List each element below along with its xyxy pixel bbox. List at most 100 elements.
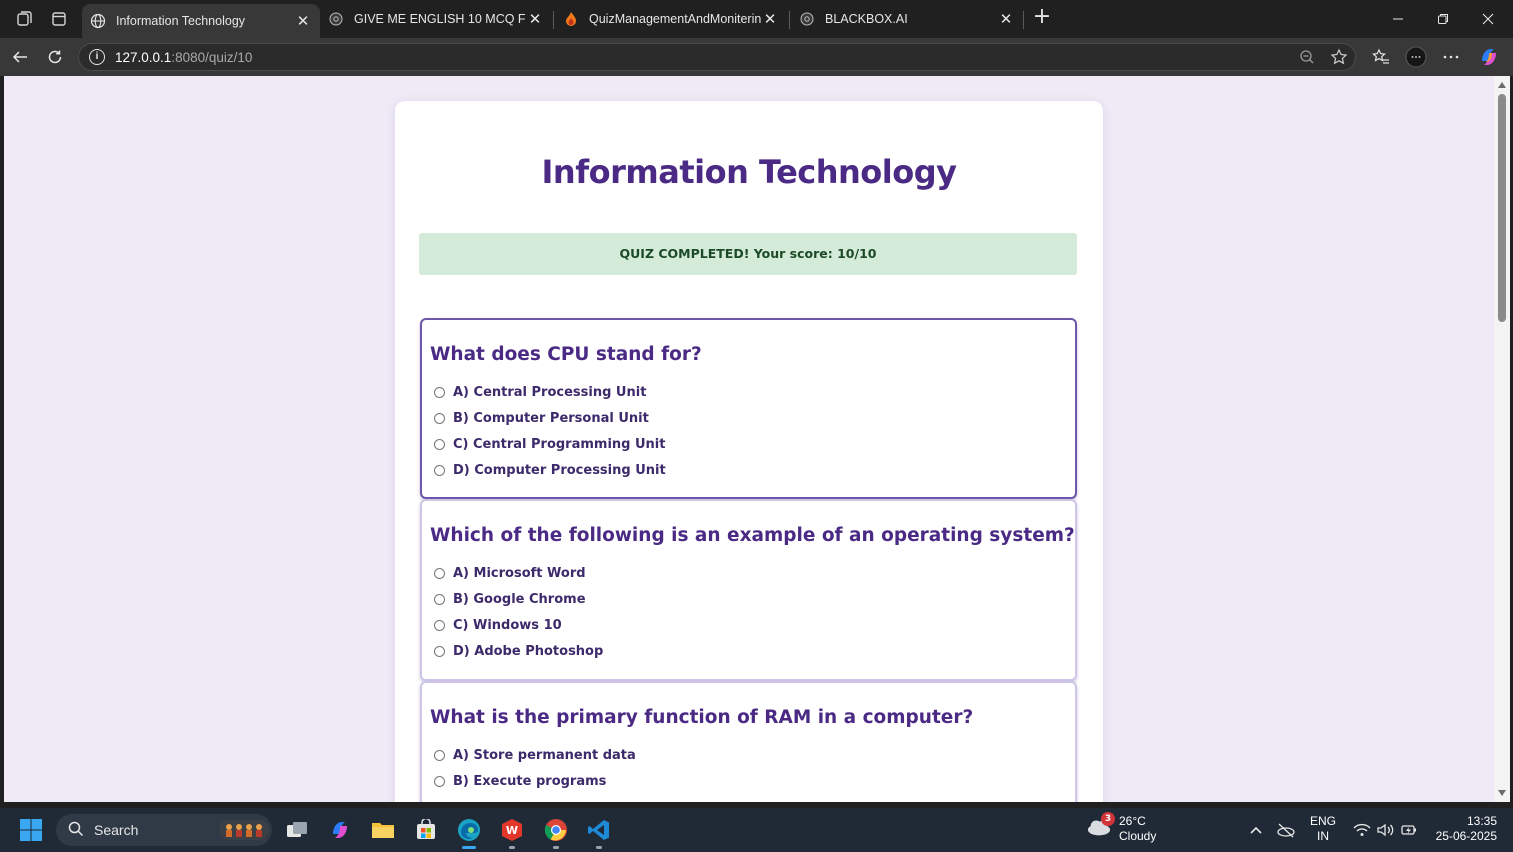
answer-option[interactable]: D) Adobe Photoshop xyxy=(430,638,1075,664)
zoom-icon[interactable] xyxy=(1295,46,1319,68)
score-banner: QUIZ COMPLETED! Your score: 10/10 xyxy=(419,233,1077,275)
region-code: IN xyxy=(1317,829,1329,843)
taskbar: Search W 26°C Cloudy ENG IN 13:35 25-06-… xyxy=(0,808,1513,852)
radio-button[interactable] xyxy=(434,567,445,579)
option-label: A) Store permanent data xyxy=(453,747,636,763)
url-host: 127.0.0.1 xyxy=(115,49,172,65)
flame-icon xyxy=(563,11,579,27)
answer-option[interactable]: C) Windows 10 xyxy=(430,612,1075,638)
radio-button[interactable] xyxy=(434,645,445,657)
tab-quiz-management[interactable]: QuizManagementAndMonitering ✕ xyxy=(555,4,787,34)
copilot-app-icon[interactable] xyxy=(327,817,353,843)
option-label: A) Central Processing Unit xyxy=(453,384,647,400)
answer-option[interactable]: C) Central Programming Unit xyxy=(430,431,1075,457)
restore-icon[interactable] xyxy=(1428,8,1458,30)
radio-button[interactable] xyxy=(434,619,445,631)
vscode-icon[interactable] xyxy=(586,817,612,843)
minimize-icon[interactable] xyxy=(1383,8,1413,30)
battery-charging-icon[interactable] xyxy=(1396,817,1422,843)
tab-separator xyxy=(1023,11,1024,29)
scroll-up-icon[interactable] xyxy=(1498,82,1506,88)
tab-separator xyxy=(789,11,790,29)
search-highlight-icon xyxy=(219,818,269,845)
answer-option[interactable]: B) Execute programs xyxy=(430,768,1075,794)
radio-button[interactable] xyxy=(434,775,445,787)
option-label: C) Central Programming Unit xyxy=(453,436,666,452)
windows-start-icon[interactable] xyxy=(18,817,44,843)
wps-office-icon[interactable]: W xyxy=(499,817,525,843)
chrome-icon[interactable] xyxy=(543,817,569,843)
svg-text:W: W xyxy=(506,824,518,837)
radio-button[interactable] xyxy=(434,464,445,476)
tab-title: QuizManagementAndMonitering xyxy=(589,12,761,26)
copilot-icon[interactable] xyxy=(1477,46,1501,68)
radio-button[interactable] xyxy=(434,438,445,450)
page-title: Information Technology xyxy=(541,153,958,191)
tab-close-icon[interactable]: ✕ xyxy=(761,10,779,28)
answer-option[interactable]: A) Microsoft Word xyxy=(430,560,1075,586)
answer-option[interactable]: D) Computer Processing Unit xyxy=(430,457,1075,483)
radio-button[interactable] xyxy=(434,386,445,398)
language-indicator[interactable]: ENG IN xyxy=(1307,814,1339,844)
microsoft-store-icon[interactable] xyxy=(413,817,439,843)
more-options-icon[interactable] xyxy=(1439,46,1463,68)
tab-close-icon[interactable]: ✕ xyxy=(526,10,544,28)
blackbox-icon xyxy=(799,11,815,27)
scroll-down-icon[interactable] xyxy=(1498,790,1506,796)
close-window-icon[interactable] xyxy=(1473,8,1503,30)
address-bar[interactable]: i 127.0.0.1:8080/quiz/10 xyxy=(78,43,1356,71)
weather-notification-badge: 3 xyxy=(1101,812,1115,826)
radio-button[interactable] xyxy=(434,593,445,605)
answer-option[interactable]: B) Computer Personal Unit xyxy=(430,405,1075,431)
option-label: A) Microsoft Word xyxy=(453,565,586,581)
answer-option[interactable]: A) Store permanent data xyxy=(430,742,1075,768)
chevron-up-icon[interactable] xyxy=(1243,817,1269,843)
tab-title: GIVE ME ENGLISH 10 MCQ FOR 8 xyxy=(354,12,526,26)
refresh-icon[interactable] xyxy=(43,46,67,68)
weather-widget[interactable]: 26°C Cloudy xyxy=(1119,814,1156,844)
new-tab-button[interactable]: + xyxy=(1031,6,1053,30)
option-label: B) Computer Personal Unit xyxy=(453,410,649,426)
site-info-icon[interactable]: i xyxy=(89,49,105,65)
tab-strip: Information Technology ✕ GIVE ME ENGLISH… xyxy=(0,0,1513,38)
running-app-indicator xyxy=(553,846,559,849)
scrollbar-thumb[interactable] xyxy=(1498,94,1506,322)
clock-time: 13:35 xyxy=(1466,814,1497,828)
taskbar-search[interactable]: Search xyxy=(56,814,272,846)
answer-option[interactable]: B) Google Chrome xyxy=(430,586,1075,612)
onedrive-paused-icon[interactable] xyxy=(1273,817,1299,843)
tab-separator xyxy=(553,11,554,29)
radio-button[interactable] xyxy=(434,412,445,424)
radio-button[interactable] xyxy=(434,749,445,761)
question-text: What is the primary function of RAM in a… xyxy=(430,707,974,728)
active-app-indicator xyxy=(462,846,476,849)
workspaces-icon[interactable] xyxy=(10,7,38,31)
profile-avatar[interactable] xyxy=(1404,46,1428,68)
question-text: What does CPU stand for? xyxy=(430,344,702,365)
tab-actions-icon[interactable] xyxy=(45,7,73,31)
tab-blackbox-ai[interactable]: BLACKBOX.AI ✕ xyxy=(791,4,1023,34)
language-code: ENG xyxy=(1309,814,1336,828)
volume-icon[interactable] xyxy=(1372,817,1398,843)
running-app-indicator xyxy=(509,846,515,849)
file-explorer-icon[interactable] xyxy=(370,817,396,843)
system-clock[interactable]: 13:35 25-06-2025 xyxy=(1427,814,1497,844)
question-card: What does CPU stand for? A) Central Proc… xyxy=(420,318,1077,499)
question-card: Which of the following is an example of … xyxy=(420,499,1077,681)
answer-option[interactable]: A) Central Processing Unit xyxy=(430,379,1075,405)
favorite-star-icon[interactable] xyxy=(1327,46,1351,68)
edge-icon[interactable] xyxy=(456,817,482,843)
tab-close-icon[interactable]: ✕ xyxy=(997,10,1015,28)
tab-information-technology[interactable]: Information Technology ✕ xyxy=(82,4,320,38)
quiz-card: Information Technology QUIZ COMPLETED! Y… xyxy=(395,101,1103,802)
task-view-icon[interactable] xyxy=(284,817,310,843)
globe-icon xyxy=(90,13,106,29)
page-scrollbar[interactable] xyxy=(1494,76,1510,802)
option-label: B) Google Chrome xyxy=(453,591,586,607)
tab-close-icon[interactable]: ✕ xyxy=(294,12,312,30)
tab-title: BLACKBOX.AI xyxy=(825,12,908,26)
back-icon[interactable] xyxy=(8,46,32,68)
favorites-icon[interactable] xyxy=(1369,46,1393,68)
option-label: C) Windows 10 xyxy=(453,617,562,633)
tab-english-mcq[interactable]: GIVE ME ENGLISH 10 MCQ FOR 8 ✕ xyxy=(320,4,552,34)
